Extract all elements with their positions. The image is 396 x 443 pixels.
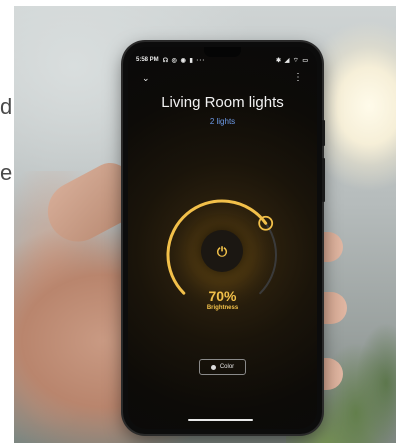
left-text-fragment-1: d [0, 94, 13, 119]
power-button[interactable]: ⏻ [201, 230, 243, 272]
chevron-down-icon[interactable]: ⌄ [142, 73, 150, 83]
power-icon: ⏻ [216, 243, 228, 259]
palette-icon [210, 364, 216, 370]
phone-screen: 5:58 PM ☊ ◎ ◉ ▮ ··· ✱ ◢ ⌔ ▭ ⌄ ⋮ Living R… [128, 47, 317, 429]
home-indicator[interactable] [188, 419, 253, 421]
more-vert-icon[interactable]: ⋮ [293, 73, 303, 83]
phone: 5:58 PM ☊ ◎ ◉ ▮ ··· ✱ ◢ ⌔ ▭ ⌄ ⋮ Living R… [123, 42, 325, 434]
brightness-label: Brightness [206, 305, 239, 311]
color-button-label: Color [219, 364, 235, 370]
color-button[interactable]: Color [199, 359, 246, 375]
notification-icons: ☊ ◎ ◉ ▮ ··· [162, 57, 206, 64]
photo: 5:58 PM ☊ ◎ ◉ ▮ ··· ✱ ◢ ⌔ ▭ ⌄ ⋮ Living R… [14, 6, 396, 443]
brightness-value: 70% [208, 288, 237, 304]
status-time: 5:58 PM [136, 57, 159, 63]
phone-side-button [322, 158, 325, 202]
page-title: Living Room lights [161, 94, 284, 111]
lights-count-link[interactable]: 2 lights [128, 117, 317, 126]
app-top-bar: ⌄ ⋮ [136, 73, 309, 85]
left-text-fragment-2: e [0, 160, 13, 185]
system-status-icons: ✱ ◢ ⌔ ▭ [276, 58, 309, 64]
phone-side-button [322, 120, 325, 146]
status-bar: 5:58 PM ☊ ◎ ◉ ▮ ··· ✱ ◢ ⌔ ▭ [136, 55, 309, 65]
